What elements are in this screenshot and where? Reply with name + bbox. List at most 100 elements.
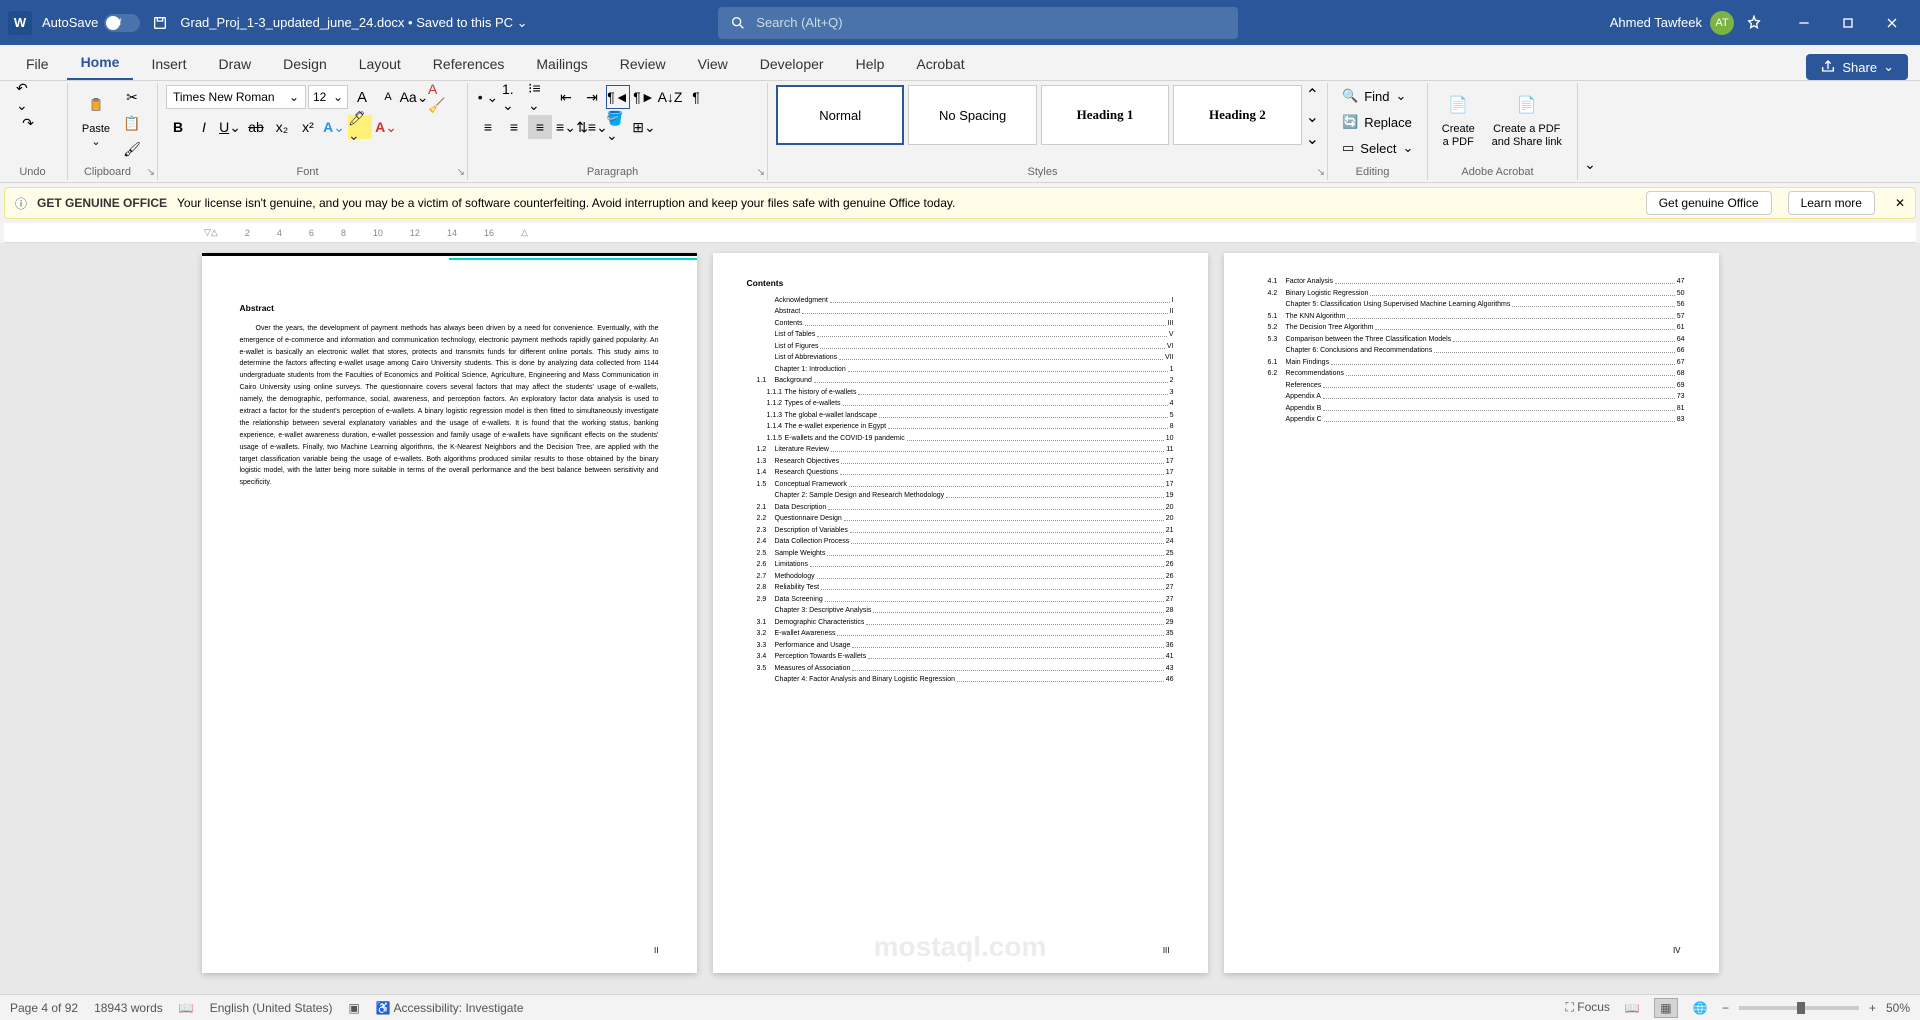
show-marks-button[interactable]: ¶ bbox=[684, 85, 708, 109]
font-name-dropdown[interactable]: Times New Roman⌄ bbox=[166, 85, 306, 109]
decrease-indent-button[interactable]: ⇤ bbox=[554, 85, 578, 109]
numbering-button[interactable]: 1. ⌄ bbox=[502, 85, 526, 109]
font-size-dropdown[interactable]: 12⌄ bbox=[308, 85, 348, 109]
style-no-spacing[interactable]: No Spacing bbox=[908, 85, 1036, 145]
learn-more-button[interactable]: Learn more bbox=[1788, 191, 1875, 215]
tab-view[interactable]: View bbox=[684, 48, 742, 80]
zoom-in-button[interactable]: + bbox=[1869, 1001, 1876, 1015]
toc-entry: Appendix C83 bbox=[1258, 415, 1685, 426]
style-normal[interactable]: Normal bbox=[776, 85, 904, 145]
ltr-button[interactable]: ¶◄ bbox=[606, 85, 630, 109]
paragraph-dialog-launcher-icon[interactable]: ↘ bbox=[757, 167, 765, 178]
clear-format-button[interactable]: A🧹 bbox=[428, 85, 452, 109]
share-button[interactable]: Share ⌄ bbox=[1806, 54, 1908, 80]
superscript-button[interactable]: x² bbox=[296, 115, 320, 139]
rtl-button[interactable]: ¶► bbox=[632, 85, 656, 109]
increase-indent-button[interactable]: ⇥ bbox=[580, 85, 604, 109]
horizontal-ruler[interactable]: ▽△ 2 4 6 8 10 12 14 16 △ bbox=[4, 223, 1916, 243]
replace-button[interactable]: 🔄 Replace bbox=[1336, 111, 1418, 133]
subscript-button[interactable]: x₂ bbox=[270, 115, 294, 139]
toggle-switch[interactable]: Off bbox=[104, 14, 140, 32]
tab-draw[interactable]: Draw bbox=[204, 48, 265, 80]
tab-help[interactable]: Help bbox=[842, 48, 899, 80]
page-indicator[interactable]: Page 4 of 92 bbox=[10, 1001, 78, 1015]
spell-check-icon[interactable]: 📖 bbox=[179, 1001, 194, 1015]
grow-font-button[interactable]: A bbox=[350, 85, 374, 109]
document-title[interactable]: Grad_Proj_1-3_updated_june_24.docx • Sav… bbox=[180, 15, 527, 31]
tab-references[interactable]: References bbox=[419, 48, 519, 80]
collapse-ribbon-button[interactable]: ⌄ bbox=[1578, 152, 1602, 176]
paste-button[interactable]: Paste⌄ bbox=[76, 85, 116, 153]
underline-button[interactable]: U⌄ bbox=[218, 115, 242, 139]
sort-button[interactable]: A↓Z bbox=[658, 85, 682, 109]
document-page[interactable]: Abstract Over the years, the development… bbox=[202, 253, 697, 973]
bullets-button[interactable]: • ⌄ bbox=[476, 85, 500, 109]
styles-dialog-launcher-icon[interactable]: ↘ bbox=[1317, 167, 1325, 178]
tab-insert[interactable]: Insert bbox=[137, 48, 200, 80]
bold-button[interactable]: B bbox=[166, 115, 190, 139]
close-notice-button[interactable]: ✕ bbox=[1895, 196, 1905, 210]
search-box[interactable]: Search (Alt+Q) bbox=[718, 7, 1238, 39]
word-count[interactable]: 18943 words bbox=[94, 1001, 163, 1015]
cut-button[interactable]: ✂ bbox=[120, 85, 144, 109]
accessibility-indicator[interactable]: ♿ Accessibility: Investigate bbox=[376, 1001, 524, 1015]
copy-button[interactable]: 📋 bbox=[120, 111, 144, 135]
create-pdf-button[interactable]: 📄 Create a PDF bbox=[1436, 85, 1481, 153]
change-case-button[interactable]: Aa⌄ bbox=[402, 85, 426, 109]
user-account[interactable]: Ahmed Tawfeek AT bbox=[1610, 11, 1734, 35]
shading-button[interactable]: 🪣⌄ bbox=[606, 115, 630, 139]
styles-more-button[interactable]: ⌃⌄⌄ bbox=[1306, 85, 1319, 149]
shrink-font-button[interactable]: A bbox=[376, 85, 400, 109]
align-left-button[interactable]: ≡ bbox=[476, 115, 500, 139]
minimize-button[interactable] bbox=[1784, 8, 1824, 38]
print-layout-button[interactable]: ▦ bbox=[1654, 998, 1678, 1018]
focus-mode-button[interactable]: ⛶ Focus bbox=[1566, 1000, 1610, 1015]
clipboard-dialog-launcher-icon[interactable]: ↘ bbox=[147, 167, 155, 178]
document-area[interactable]: Abstract Over the years, the development… bbox=[0, 243, 1920, 994]
language-indicator[interactable]: English (United States) bbox=[210, 1001, 333, 1015]
undo-button[interactable]: ↶ ⌄ bbox=[16, 85, 40, 109]
document-page[interactable]: 4.1Factor Analysis474.2Binary Logistic R… bbox=[1224, 253, 1719, 973]
italic-button[interactable]: I bbox=[192, 115, 216, 139]
tab-mailings[interactable]: Mailings bbox=[522, 48, 601, 80]
save-icon[interactable] bbox=[150, 13, 170, 33]
zoom-level[interactable]: 50% bbox=[1886, 1001, 1910, 1015]
tab-design[interactable]: Design bbox=[269, 48, 341, 80]
document-page[interactable]: Contents AcknowledgmentIAbstractIIConten… bbox=[713, 253, 1208, 973]
tab-home[interactable]: Home bbox=[67, 46, 134, 80]
tab-developer[interactable]: Developer bbox=[746, 48, 838, 80]
tab-layout[interactable]: Layout bbox=[345, 48, 415, 80]
maximize-button[interactable] bbox=[1828, 8, 1868, 38]
highlight-button[interactable]: 🖊⌄ bbox=[348, 115, 372, 139]
style-heading1[interactable]: Heading 1 bbox=[1041, 85, 1169, 145]
autosave-toggle[interactable]: AutoSave Off bbox=[42, 14, 140, 32]
redo-button[interactable]: ↷ bbox=[16, 111, 40, 135]
tab-file[interactable]: File bbox=[12, 48, 63, 80]
format-painter-button[interactable]: 🖌 bbox=[120, 137, 144, 161]
tab-review[interactable]: Review bbox=[606, 48, 680, 80]
toc-entry: 6.1Main Findings67 bbox=[1258, 358, 1685, 369]
font-color-button[interactable]: A⌄ bbox=[374, 115, 398, 139]
get-genuine-button[interactable]: Get genuine Office bbox=[1646, 191, 1772, 215]
borders-button[interactable]: ⊞⌄ bbox=[632, 115, 656, 139]
close-button[interactable] bbox=[1872, 8, 1912, 38]
text-effects-button[interactable]: A⌄ bbox=[322, 115, 346, 139]
align-center-button[interactable]: ≡ bbox=[502, 115, 526, 139]
strikethrough-button[interactable]: ab bbox=[244, 115, 268, 139]
justify-button[interactable]: ≡⌄ bbox=[554, 115, 578, 139]
coming-soon-icon[interactable] bbox=[1744, 13, 1764, 33]
find-button[interactable]: 🔍 Find ⌄ bbox=[1336, 85, 1412, 107]
font-dialog-launcher-icon[interactable]: ↘ bbox=[457, 167, 465, 178]
multilevel-button[interactable]: ⁝≡ ⌄ bbox=[528, 85, 552, 109]
select-button[interactable]: ▭ Select ⌄ bbox=[1336, 137, 1419, 159]
macro-icon[interactable]: ▣ bbox=[348, 1001, 359, 1015]
align-right-button[interactable]: ≡ bbox=[528, 115, 552, 139]
web-layout-button[interactable]: 🌐 bbox=[1688, 998, 1712, 1018]
tab-acrobat[interactable]: Acrobat bbox=[902, 48, 978, 80]
line-spacing-button[interactable]: ⇅≡⌄ bbox=[580, 115, 604, 139]
zoom-slider[interactable] bbox=[1739, 1006, 1859, 1010]
share-pdf-button[interactable]: 📄 Create a PDF and Share link bbox=[1485, 85, 1569, 153]
read-mode-button[interactable]: 📖 bbox=[1620, 998, 1644, 1018]
style-heading2[interactable]: Heading 2 bbox=[1173, 85, 1301, 145]
zoom-out-button[interactable]: − bbox=[1722, 1001, 1729, 1015]
